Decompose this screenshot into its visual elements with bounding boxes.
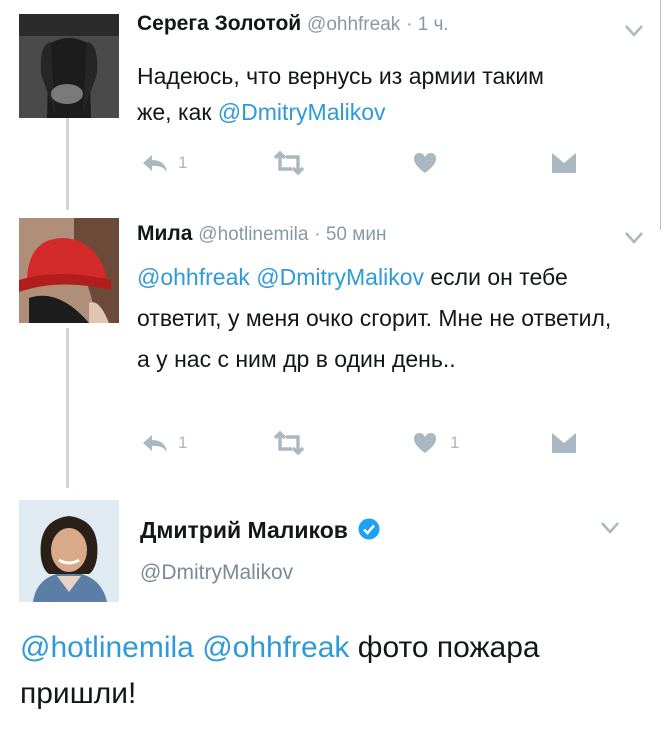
retweet-icon bbox=[273, 431, 305, 455]
verified-badge-icon bbox=[358, 518, 380, 540]
chevron-down-icon[interactable] bbox=[624, 231, 644, 250]
envelope-icon bbox=[552, 153, 576, 173]
reply-count: 1 bbox=[178, 153, 188, 172]
tweet-actions: 1 1 bbox=[140, 428, 580, 458]
tweet-header: Серега Золотой @ohhfreak · 1 ч. bbox=[137, 12, 449, 36]
timestamp[interactable]: · 50 мин bbox=[314, 224, 386, 245]
mention-link[interactable]: @hotlinemila bbox=[20, 631, 194, 664]
thread-line bbox=[66, 118, 69, 210]
like-button[interactable] bbox=[412, 148, 438, 178]
mention-link[interactable]: @DmitryMalikov bbox=[256, 264, 424, 290]
tweet-header: Мила @hotlinemila · 50 мин bbox=[137, 222, 386, 246]
reply-button[interactable]: 1 bbox=[140, 148, 187, 178]
avatar[interactable] bbox=[19, 500, 119, 602]
retweet-icon bbox=[273, 151, 305, 175]
tweet-text: Надеюсь, что вернусь из армии таким же, … bbox=[137, 58, 567, 130]
mention-link[interactable]: @DmitryMalikov bbox=[218, 99, 386, 125]
chevron-down-icon[interactable] bbox=[624, 24, 644, 43]
reply-count: 1 bbox=[178, 433, 188, 452]
tweet-text: @hotlinemila @ohhfreak фото пожара пришл… bbox=[20, 625, 640, 717]
author-name[interactable]: Мила bbox=[137, 222, 192, 245]
author-name[interactable]: Дмитрий Маликов bbox=[140, 517, 380, 544]
tweet-text: @ohhfreak @DmitryMalikov если он тебе от… bbox=[137, 257, 627, 380]
reply-icon bbox=[143, 435, 167, 452]
mention-link[interactable]: @ohhfreak bbox=[137, 264, 250, 290]
reply-icon bbox=[143, 155, 167, 172]
author-name[interactable]: Серега Золотой bbox=[137, 12, 301, 35]
reply-button[interactable]: 1 bbox=[140, 428, 187, 458]
like-button[interactable]: 1 bbox=[412, 428, 459, 458]
thread-line bbox=[66, 328, 69, 488]
message-button[interactable] bbox=[550, 428, 578, 458]
avatar[interactable] bbox=[19, 218, 119, 323]
tweet-actions: 1 bbox=[140, 148, 580, 178]
like-count: 1 bbox=[450, 433, 460, 452]
chevron-down-icon[interactable] bbox=[600, 521, 620, 540]
scrollbar[interactable] bbox=[660, 0, 665, 230]
envelope-icon bbox=[552, 433, 576, 453]
retweet-button[interactable] bbox=[272, 428, 306, 458]
mention-link[interactable]: @ohhfreak bbox=[202, 631, 349, 664]
author-name-text: Дмитрий Маликов bbox=[140, 517, 348, 543]
timestamp[interactable]: · 1 ч. bbox=[406, 14, 449, 35]
retweet-button[interactable] bbox=[272, 148, 306, 178]
heart-icon bbox=[414, 153, 436, 173]
author-handle[interactable]: @ohhfreak bbox=[307, 14, 400, 35]
heart-icon bbox=[414, 433, 436, 453]
message-button[interactable] bbox=[550, 148, 578, 178]
avatar[interactable] bbox=[19, 14, 119, 118]
author-handle[interactable]: @DmitryMalikov bbox=[140, 561, 293, 585]
author-handle[interactable]: @hotlinemila bbox=[198, 224, 308, 245]
